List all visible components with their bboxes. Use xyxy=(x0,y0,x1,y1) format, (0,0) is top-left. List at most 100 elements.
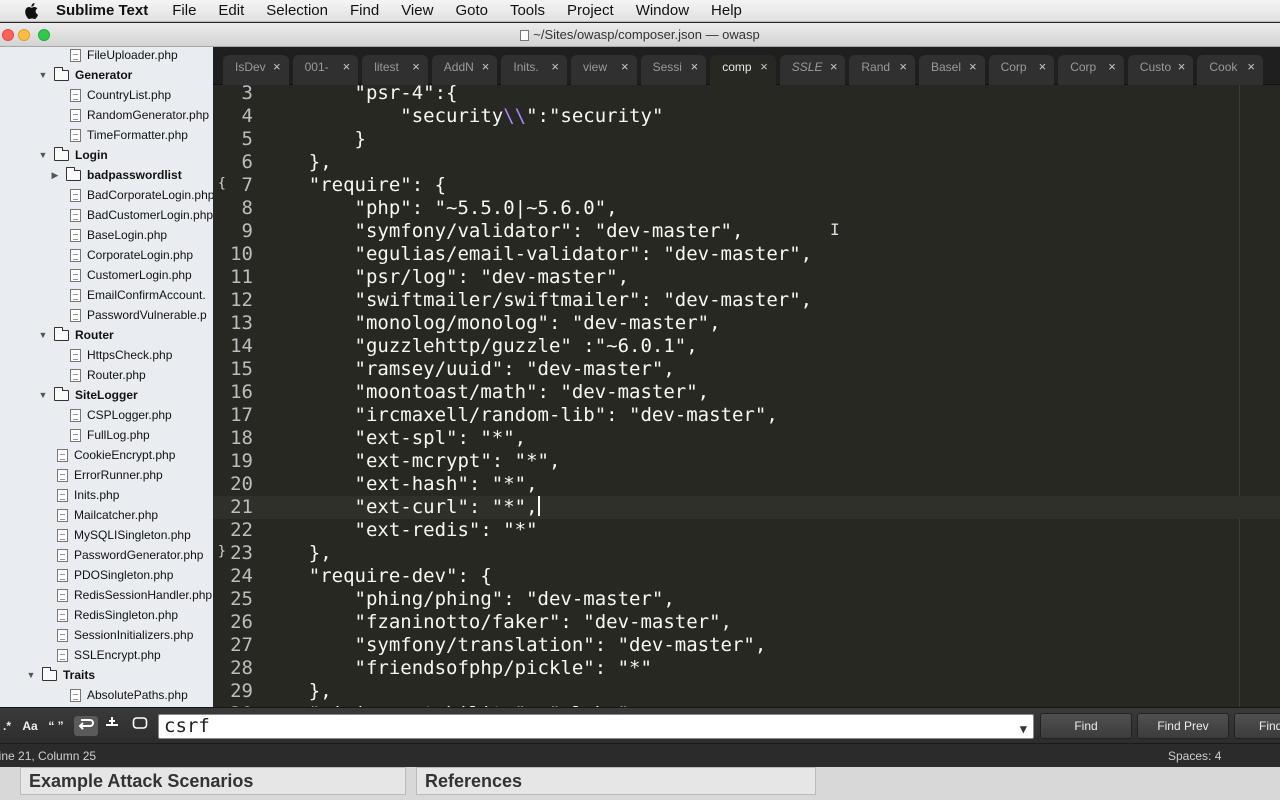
close-tab-icon[interactable]: × xyxy=(969,55,977,79)
sidebar-folder[interactable]: ▼ Traits xyxy=(26,665,95,685)
code-line[interactable]: "require-dev": { xyxy=(263,565,492,588)
close-tab-icon[interactable]: × xyxy=(621,55,629,79)
code-line[interactable]: "ramsey/uuid": "dev-master", xyxy=(263,358,675,381)
code-line[interactable]: "php": "~5.5.0|~5.6.0", xyxy=(263,197,618,220)
sidebar-file[interactable]: CorporateLogin.php xyxy=(70,245,193,265)
sidebar-file[interactable]: MySQLISingleton.php xyxy=(57,525,191,545)
sidebar-file[interactable]: FileUploader.php xyxy=(70,47,178,65)
sidebar-file[interactable]: PDOSingleton.php xyxy=(57,565,173,585)
code-line[interactable]: "symfony/validator": "dev-master", xyxy=(263,220,744,243)
code-line[interactable]: "ext-hash": "*", xyxy=(263,473,538,496)
close-tab-icon[interactable]: × xyxy=(1039,55,1047,79)
sidebar-file[interactable]: PasswordGenerator.php xyxy=(57,545,203,565)
code-line[interactable]: "egulias/email-validator": "dev-master", xyxy=(263,243,813,266)
disclosure-closed-icon[interactable]: ▶ xyxy=(50,170,60,181)
close-tab-icon[interactable]: × xyxy=(1178,55,1186,79)
menu-app-name[interactable]: Sublime Text xyxy=(56,2,148,19)
code-line[interactable]: "ext-curl": "*", xyxy=(263,496,540,519)
code-line[interactable]: "fzaninotto/faker": "dev-master", xyxy=(263,611,733,634)
editor-tab[interactable]: view × xyxy=(571,55,637,85)
code-line[interactable]: "friendsofphp/pickle": "*" xyxy=(263,657,652,680)
menu-help[interactable]: Help xyxy=(711,2,742,19)
code-line[interactable]: "symfony/translation": "dev-master", xyxy=(263,634,767,657)
sidebar-file[interactable]: BaseLogin.php xyxy=(70,225,167,245)
fold-marker-icon[interactable]: } xyxy=(218,544,226,559)
editor-tab[interactable]: Inits. × xyxy=(501,55,567,85)
sidebar-file[interactable]: EmailConfirmAccount. xyxy=(70,285,206,305)
sidebar-file[interactable]: HttpsCheck.php xyxy=(70,345,172,365)
sidebar-folder[interactable]: ▼ Login xyxy=(38,145,108,165)
menu-project[interactable]: Project xyxy=(567,2,614,19)
sidebar-folder[interactable]: ▶ badpasswordlist xyxy=(50,165,182,185)
code-line[interactable]: "psr/log": "dev-master", xyxy=(263,266,630,289)
code-line[interactable]: "require": { xyxy=(263,174,446,197)
close-tab-icon[interactable]: × xyxy=(1247,55,1255,79)
menu-find[interactable]: Find xyxy=(350,2,379,19)
code-line[interactable]: "swiftmailer/swiftmailer": "dev-master", xyxy=(263,289,813,312)
close-tab-icon[interactable]: × xyxy=(412,55,420,79)
sidebar-file[interactable]: Router.php xyxy=(70,365,146,385)
code-line[interactable]: }, xyxy=(263,680,332,703)
apple-icon[interactable] xyxy=(20,0,42,22)
menu-view[interactable]: View xyxy=(401,2,433,19)
find-history-dropdown-icon[interactable]: ▼ xyxy=(1020,718,1027,741)
minimize-window-button[interactable] xyxy=(18,29,30,41)
find-prev-button[interactable]: Find Prev xyxy=(1137,713,1229,739)
sidebar-file[interactable]: CountryList.php xyxy=(70,85,171,105)
code-line[interactable]: "psr-4":{ xyxy=(263,85,458,105)
editor-tab[interactable]: Sessi × xyxy=(640,55,707,85)
menu-selection[interactable]: Selection xyxy=(266,2,328,19)
close-tab-icon[interactable]: × xyxy=(273,55,281,79)
editor-tab[interactable]: Basel × xyxy=(919,55,985,85)
sidebar-file[interactable]: ErrorRunner.php xyxy=(57,465,163,485)
sidebar-file[interactable]: RedisSingleton.php xyxy=(57,605,178,625)
highlight-matches-toggle[interactable] xyxy=(128,716,152,736)
code-line[interactable]: "phing/phing": "dev-master", xyxy=(263,588,675,611)
find-all-button[interactable]: Find All xyxy=(1234,713,1280,739)
code-line[interactable]: "moontoast/math": "dev-master", xyxy=(263,381,710,404)
zoom-window-button[interactable] xyxy=(38,29,50,41)
disclosure-open-icon[interactable]: ▼ xyxy=(38,150,48,160)
editor-tab[interactable]: litest × xyxy=(362,55,428,85)
code-line[interactable]: "guzzlehttp/guzzle" :"~6.0.1", xyxy=(263,335,698,358)
menu-window[interactable]: Window xyxy=(636,2,689,19)
code-line[interactable]: }, xyxy=(263,542,332,565)
sidebar-folder[interactable]: ▼ Router xyxy=(38,325,114,345)
disclosure-open-icon[interactable]: ▼ xyxy=(38,330,48,340)
code-line[interactable]: "monolog/monolog": "dev-master", xyxy=(263,312,721,335)
sidebar-file-tree[interactable]: FileUploader.php ▼ Generator CountryList.ph… xyxy=(0,47,213,707)
close-tab-icon[interactable]: × xyxy=(691,55,699,79)
fold-marker-icon[interactable]: { xyxy=(218,176,226,191)
disclosure-open-icon[interactable]: ▼ xyxy=(38,70,48,80)
menu-file[interactable]: File xyxy=(172,2,196,19)
sidebar-file[interactable]: BadCorporateLogin.php xyxy=(70,185,213,205)
editor-tab[interactable]: 001- × xyxy=(292,55,359,85)
code-line[interactable]: "ext-spl": "*", xyxy=(263,427,527,450)
disclosure-open-icon[interactable]: ▼ xyxy=(38,390,48,400)
close-tab-icon[interactable]: × xyxy=(830,55,838,79)
editor-tab[interactable]: comp × xyxy=(710,55,776,85)
code-line[interactable]: }, xyxy=(263,151,332,174)
sidebar-file[interactable]: RedisSessionHandler.php xyxy=(57,585,212,605)
editor-tab[interactable]: IsDev × xyxy=(223,55,289,85)
code-line[interactable]: } xyxy=(263,128,366,151)
close-tab-icon[interactable]: × xyxy=(899,55,907,79)
sidebar-file[interactable]: SSLEncrypt.php xyxy=(57,645,161,665)
code-line[interactable]: "ext-mcrypt": "*", xyxy=(263,450,561,473)
sidebar-file[interactable]: AbsolutePaths.php xyxy=(70,685,188,705)
code-line[interactable]: "security\\":"security" xyxy=(263,105,663,128)
editor-tab[interactable]: SSLE × xyxy=(779,55,846,85)
editor-tab[interactable]: Custo × xyxy=(1127,55,1194,85)
editor-tab[interactable]: Cook × xyxy=(1197,55,1263,85)
sidebar-file[interactable]: CookieEncrypt.php xyxy=(57,445,175,465)
find-input[interactable]: csrf ▼ xyxy=(158,714,1034,739)
disclosure-open-icon[interactable]: ▼ xyxy=(26,670,36,680)
menu-goto[interactable]: Goto xyxy=(455,2,488,19)
editor-tab[interactable]: AddN × xyxy=(431,55,498,85)
sidebar-file[interactable]: FullLog.php xyxy=(70,425,150,445)
sidebar-file[interactable]: PasswordVulnerable.p xyxy=(70,305,207,325)
in-selection-toggle[interactable] xyxy=(100,716,124,736)
sidebar-file[interactable]: TimeFormatter.php xyxy=(70,125,188,145)
sidebar-file[interactable]: SessionInitializers.php xyxy=(57,625,193,645)
cursor-position[interactable]: Line 21, Column 25 xyxy=(0,744,96,768)
